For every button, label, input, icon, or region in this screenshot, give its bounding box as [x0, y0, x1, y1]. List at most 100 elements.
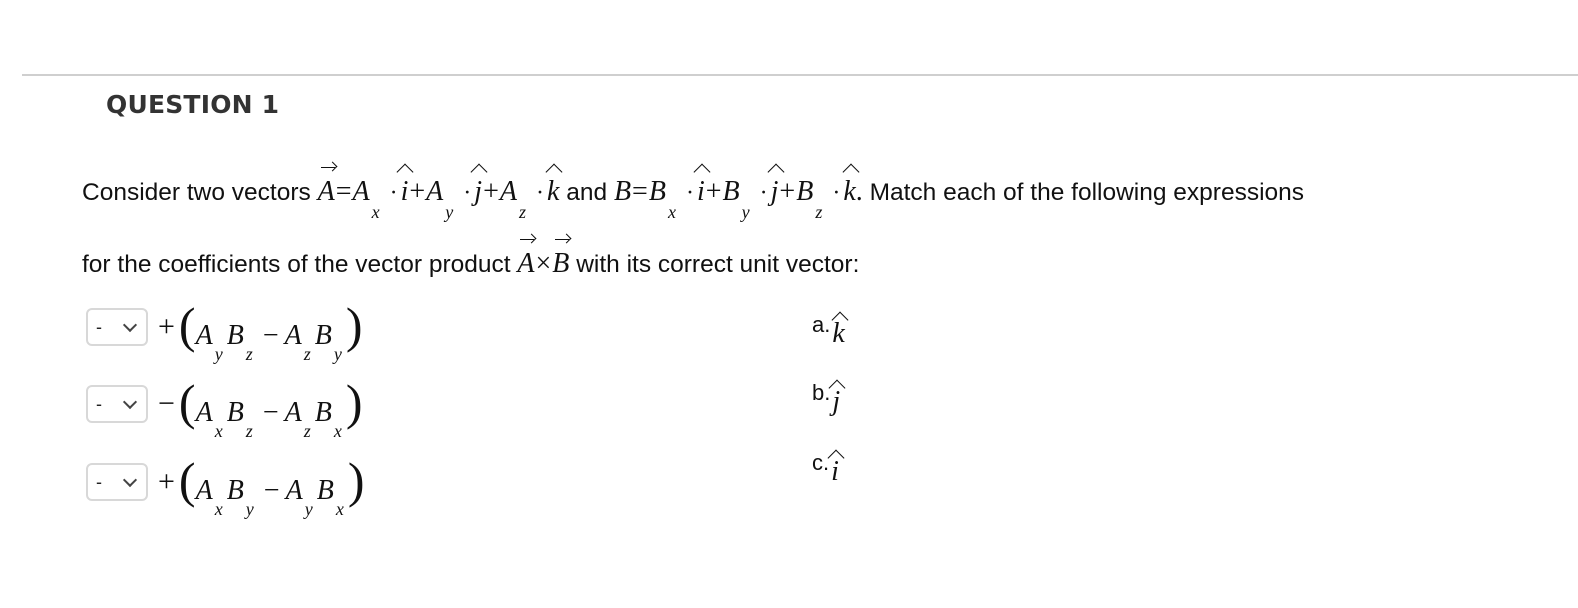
unit-i-hat: i — [831, 456, 839, 487]
match-item-2: - − (AxBz− AzBx) — [86, 374, 363, 441]
unit-k-hat: k — [832, 318, 845, 349]
vector-a-symbol: A — [317, 167, 335, 207]
chevron-down-icon — [122, 394, 138, 409]
answer-select-1[interactable]: - — [86, 308, 148, 346]
unit-j-hat: j — [770, 176, 779, 207]
coefficient-expression-2: (AxBz− AzBx) — [179, 377, 363, 441]
expression-sign: + — [158, 465, 175, 498]
unit-i-hat: i — [400, 176, 409, 207]
select-value: - — [96, 393, 102, 414]
equals-sign: = — [632, 176, 648, 207]
subscript-y: y — [445, 202, 454, 222]
subscript-z: z — [815, 202, 823, 222]
left-paren: ( — [178, 452, 196, 508]
term-subscript: z — [303, 421, 311, 441]
match-item-1: - + (AyBz− AzBy) — [86, 297, 363, 364]
right-paren: ) — [345, 297, 363, 353]
answer-option-b: b. j — [812, 380, 840, 417]
answer-option-a: a. k — [812, 312, 845, 349]
chevron-down-icon — [122, 472, 138, 487]
term-a: A — [284, 397, 302, 428]
answer-select-3[interactable]: - — [86, 463, 148, 501]
period: . — [855, 176, 863, 207]
expression-sign: − — [158, 387, 175, 420]
component-bx: B — [648, 176, 666, 207]
stem-text-with: with its correct unit vector: — [576, 251, 860, 278]
chevron-down-icon — [122, 317, 138, 332]
equals-sign: = — [335, 176, 352, 207]
coefficient-expression-1: (AyBz− AzBy) — [179, 300, 363, 364]
answer-label: a. — [812, 312, 831, 337]
unit-k-hat: k — [843, 176, 856, 207]
term-subscript: x — [214, 421, 223, 441]
select-value: - — [96, 316, 102, 337]
term-subscript: z — [245, 421, 253, 441]
term-a: A — [195, 320, 213, 351]
dot-operator: · — [759, 180, 768, 206]
stem-text-consider: Consider two vectors — [82, 179, 311, 206]
term-subscript: x — [335, 499, 344, 519]
unit-i-hat: i — [696, 176, 705, 207]
term-subscript: y — [214, 344, 223, 364]
minus-sign: − — [262, 397, 279, 428]
term-subscript: z — [245, 344, 253, 364]
dot-operator: · — [463, 180, 472, 206]
answer-label: c. — [812, 450, 830, 475]
vector-b-symbol: B — [613, 176, 632, 207]
vector-b-symbol: B — [552, 239, 570, 279]
minus-sign: − — [262, 320, 279, 351]
dot-operator: · — [389, 180, 398, 206]
right-paren: ) — [345, 374, 363, 430]
plus-sign: + — [779, 176, 796, 207]
term-b: B — [316, 475, 334, 506]
stem-text-for: for the coefficients of the vector produ… — [82, 251, 511, 278]
term-b: B — [226, 320, 244, 351]
subscript-x: x — [371, 202, 380, 222]
term-subscript: y — [245, 499, 254, 519]
term-subscript: z — [303, 344, 311, 364]
answer-option-c: c. i — [812, 450, 839, 487]
term-b: B — [314, 320, 332, 351]
left-paren: ( — [178, 374, 196, 430]
term-b: B — [226, 397, 244, 428]
subscript-z: z — [518, 202, 526, 222]
term-subscript: y — [304, 499, 313, 519]
top-divider — [22, 74, 1578, 76]
term-a: A — [285, 475, 303, 506]
question-stem-line-1: Consider two vectors A=Ax· i+Ay· j+Az· k an… — [82, 167, 1305, 222]
unit-j-hat: j — [832, 386, 841, 417]
select-value: - — [96, 471, 102, 492]
plus-sign: + — [409, 176, 426, 207]
term-subscript: x — [214, 499, 223, 519]
component-ay: A — [426, 176, 444, 207]
dot-operator: · — [832, 180, 841, 206]
dot-operator: · — [685, 180, 694, 206]
question-stem-line-2: for the coefficients of the vector produ… — [82, 239, 860, 280]
match-item-3: - + (AxBy− AyBx) — [86, 452, 365, 519]
term-subscript: y — [333, 344, 342, 364]
term-b: B — [226, 475, 244, 506]
term-a: A — [195, 397, 213, 428]
coefficient-expression-3: (AxBy− AyBx) — [179, 455, 365, 519]
answer-label: b. — [812, 380, 831, 405]
vector-a-symbol: A — [517, 239, 535, 279]
component-by: B — [722, 176, 740, 207]
unit-k-hat: k — [546, 176, 560, 207]
right-paren: ) — [347, 452, 365, 508]
term-a: A — [284, 320, 302, 351]
term-a: A — [195, 475, 213, 506]
stem-text-and: and — [566, 179, 608, 206]
term-subscript: x — [333, 421, 342, 441]
cross-product-sign: × — [535, 248, 552, 279]
answer-select-2[interactable]: - — [86, 385, 148, 423]
expression-sign: + — [158, 310, 175, 343]
left-paren: ( — [178, 297, 196, 353]
plus-sign: + — [705, 176, 722, 207]
component-bz: B — [796, 176, 814, 207]
subscript-x: x — [667, 202, 676, 222]
component-az: A — [499, 176, 517, 207]
plus-sign: + — [483, 176, 499, 207]
question-title: QUESTION 1 — [106, 90, 280, 119]
term-b: B — [314, 397, 332, 428]
stem-text-match: Match each of the following expressions — [869, 179, 1305, 206]
